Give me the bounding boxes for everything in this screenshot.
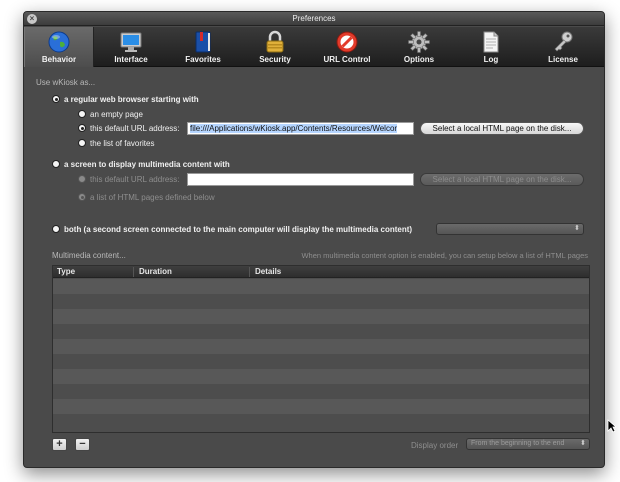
mouse-pointer-icon <box>607 419 617 433</box>
tab-license[interactable]: License <box>528 27 598 67</box>
padlock-icon <box>266 30 284 53</box>
tab-label: License <box>548 55 578 64</box>
globe-icon <box>48 31 70 53</box>
default-url-value: file:///Applications/wKiosk.app/Contents… <box>190 124 398 133</box>
remove-item-button[interactable]: − <box>75 438 90 451</box>
tab-label: Options <box>403 55 435 64</box>
no-entry-icon <box>336 31 358 53</box>
tab-label: Interface <box>114 55 148 64</box>
default-url-field[interactable]: file:///Applications/wKiosk.app/Contents… <box>187 122 414 135</box>
tab-label: Behavior <box>41 55 77 64</box>
column-duration[interactable]: Duration <box>139 267 172 276</box>
display-order-popup[interactable]: From the beginning to the end ⬍ <box>466 438 590 450</box>
tab-security[interactable]: Security <box>240 27 310 67</box>
table-row <box>53 324 589 339</box>
multimedia-table[interactable]: Type Duration Details <box>52 265 590 433</box>
screen-default-url-field[interactable] <box>187 173 414 186</box>
tab-url-control[interactable]: URL Control <box>312 27 382 67</box>
table-row <box>53 384 589 399</box>
table-row <box>53 399 589 414</box>
popup-arrows-icon: ⬍ <box>574 225 580 232</box>
table-row <box>53 414 589 429</box>
tab-label: URL Control <box>323 55 371 64</box>
table-row <box>53 339 589 354</box>
select-local-html-button[interactable]: Select a local HTML page on the disk... <box>420 122 584 135</box>
table-row <box>53 369 589 384</box>
favorites-label: the list of favorites <box>90 139 155 148</box>
document-icon <box>483 31 499 53</box>
both-radio[interactable] <box>52 225 60 233</box>
display-order-label: Display order <box>411 441 459 450</box>
screen-default-url-label: this default URL address: <box>90 175 180 184</box>
favorites-radio[interactable] <box>78 139 86 147</box>
empty-page-label: an empty page <box>90 110 143 119</box>
screen-radio[interactable] <box>52 160 60 168</box>
browser-option-label: a regular web browser starting with <box>64 95 199 104</box>
tab-interface[interactable]: Interface <box>96 27 166 67</box>
popup-arrows-icon: ⬍ <box>580 440 586 447</box>
key-icon <box>554 31 573 52</box>
screen-select-local-html-button[interactable]: Select a local HTML page on the disk... <box>420 173 584 186</box>
empty-page-radio[interactable] <box>78 110 86 118</box>
add-item-button[interactable]: + <box>52 438 67 451</box>
book-icon <box>195 31 211 53</box>
table-row <box>53 279 589 294</box>
display-order-value: From the beginning to the end <box>471 440 565 447</box>
screen-option-label: a screen to display multimedia content w… <box>64 160 230 169</box>
html-list-label: a list of HTML pages defined below <box>90 193 215 202</box>
window-title: Preferences <box>292 14 336 23</box>
html-list-radio[interactable] <box>78 193 86 201</box>
table-row <box>53 309 589 324</box>
tab-favorites[interactable]: Favorites <box>168 27 238 67</box>
both-option-label: both (a second screen connected to the m… <box>64 225 413 234</box>
close-icon[interactable]: × <box>27 14 37 24</box>
monitor-icon <box>120 32 142 52</box>
tab-log[interactable]: Log <box>456 27 526 67</box>
table-row <box>53 354 589 369</box>
tab-behavior[interactable]: Behavior <box>24 27 94 67</box>
browser-radio[interactable] <box>52 95 60 103</box>
multimedia-section-label: Multimedia content... <box>52 251 126 260</box>
table-header: Type Duration Details <box>53 266 589 278</box>
table-row <box>53 294 589 309</box>
default-url-label: this default URL address: <box>90 124 180 133</box>
both-screen-popup[interactable]: ⬍ <box>436 223 584 235</box>
screen-default-url-radio[interactable] <box>78 175 86 183</box>
default-url-radio[interactable] <box>78 124 86 132</box>
tab-label: Log <box>483 55 499 64</box>
use-as-label: Use wKiosk as... <box>36 78 96 87</box>
column-divider <box>133 267 134 277</box>
column-type[interactable]: Type <box>57 267 75 276</box>
multimedia-hint: When multimedia content option is enable… <box>301 251 588 260</box>
preferences-toolbar: Behavior Interface Favorites Security UR… <box>24 27 604 67</box>
column-details[interactable]: Details <box>255 267 281 276</box>
tab-label: Security <box>259 55 291 64</box>
gear-icon <box>408 31 430 53</box>
column-divider <box>249 267 250 277</box>
tab-options[interactable]: Options <box>384 27 454 67</box>
preferences-window: × Preferences Behavior Interface Favorit… <box>23 11 605 468</box>
title-bar: × Preferences <box>24 12 604 26</box>
tab-label: Favorites <box>185 55 221 64</box>
